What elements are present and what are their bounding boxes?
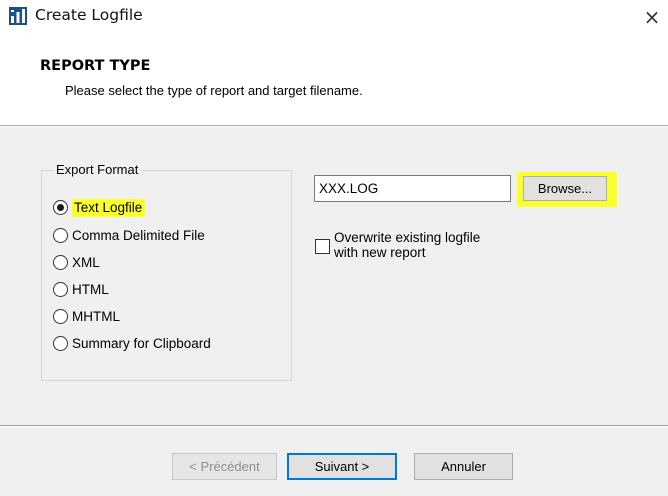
wizard-header: REPORT TYPE Please select the type of re…	[0, 38, 668, 126]
next-button[interactable]: Suivant >	[287, 453, 397, 480]
radio-label-comma-delimited: Comma Delimited File	[72, 227, 205, 243]
overwrite-label-line1: Overwrite existing logfile	[334, 230, 481, 245]
overwrite-label: Overwrite existing logfile with new repo…	[334, 230, 480, 260]
window-title: Create Logfile	[35, 6, 143, 24]
radio-html[interactable]: HTML	[53, 279, 109, 299]
radio-label-xml: XML	[72, 254, 100, 270]
radio-summary-clipboard[interactable]: Summary for Clipboard	[53, 333, 211, 353]
browse-highlight: Browse...	[517, 172, 617, 207]
radio-xml[interactable]: XML	[53, 252, 100, 272]
cancel-button[interactable]: Annuler	[414, 453, 513, 480]
title-bar: Create Logfile ×	[0, 0, 668, 38]
page-subtitle: Please select the type of report and tar…	[65, 83, 363, 98]
close-icon: ×	[643, 5, 661, 29]
filename-input[interactable]	[314, 175, 511, 202]
radio-button[interactable]	[53, 335, 68, 351]
browse-button[interactable]: Browse...	[523, 176, 607, 201]
overwrite-label-line2: with new report	[334, 245, 426, 260]
radio-button[interactable]	[53, 308, 68, 324]
radio-text-logfile[interactable]: Text Logfile	[53, 197, 146, 217]
radio-mhtml[interactable]: MHTML	[53, 306, 120, 326]
export-format-legend: Export Format	[53, 162, 142, 177]
radio-comma-delimited[interactable]: Comma Delimited File	[53, 225, 205, 245]
radio-button[interactable]	[53, 227, 68, 243]
radio-button[interactable]	[53, 254, 68, 270]
radio-button[interactable]	[53, 199, 68, 215]
page-title: REPORT TYPE	[40, 58, 151, 74]
export-format-group: Export Format Text Logfile Comma Delimit…	[41, 162, 292, 381]
wizard-body: Export Format Text Logfile Comma Delimit…	[0, 127, 668, 496]
radio-label-text-logfile: Text Logfile	[72, 198, 146, 217]
overwrite-checkbox-row[interactable]: Overwrite existing logfile with new repo…	[315, 230, 480, 260]
radio-label-mhtml: MHTML	[72, 308, 120, 324]
radio-label-summary-clipboard: Summary for Clipboard	[72, 335, 211, 351]
app-icon	[9, 7, 27, 25]
radio-button[interactable]	[53, 281, 68, 297]
radio-label-html: HTML	[72, 281, 109, 297]
close-button[interactable]: ×	[640, 4, 664, 30]
overwrite-checkbox[interactable]	[315, 239, 330, 254]
back-button[interactable]: < Précédent	[172, 453, 277, 480]
footer-divider	[0, 425, 668, 427]
